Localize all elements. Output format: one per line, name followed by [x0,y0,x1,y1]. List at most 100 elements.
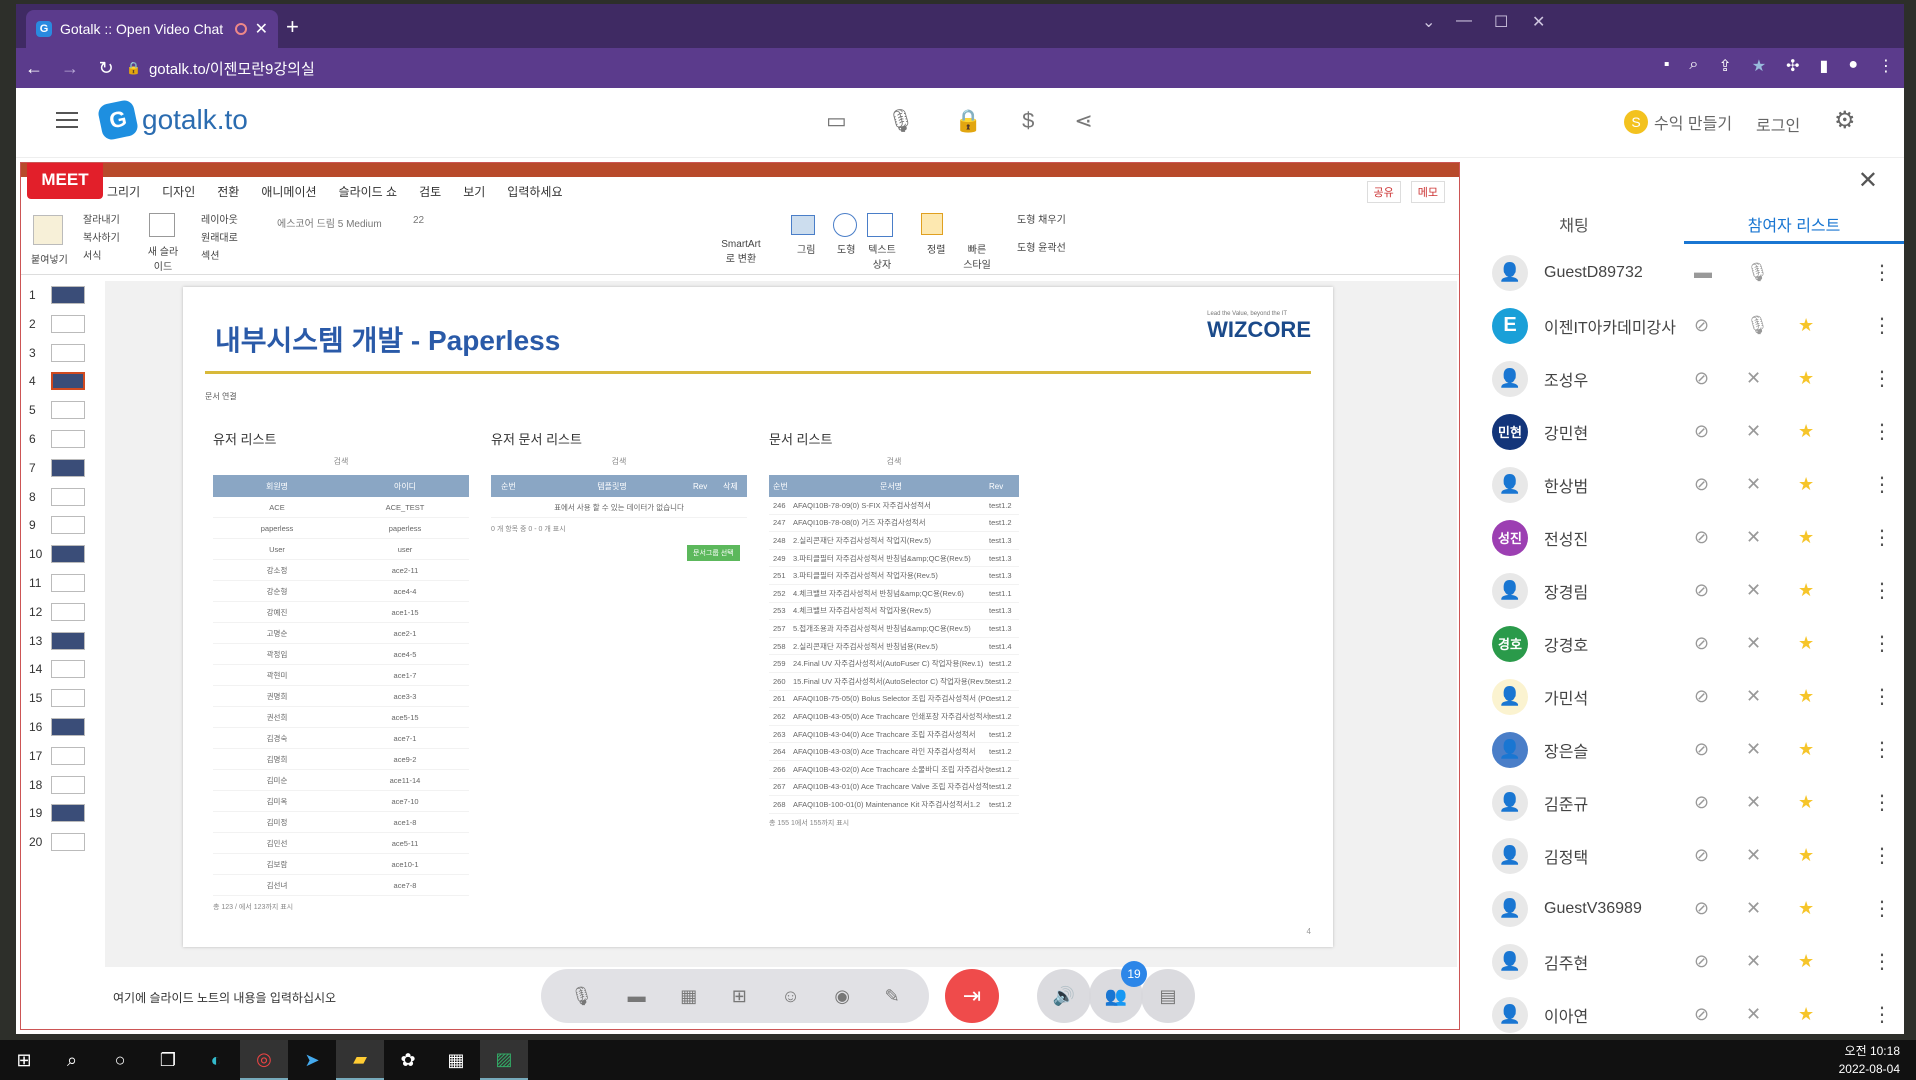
table-row[interactable]: 258 2.실리콘재단 자주검사성적서 반칭넘용(Rev.5) test1.4 [769,638,1019,656]
reset-button[interactable]: 원래대로 [201,229,238,244]
slide-thumbnail[interactable]: 14 [29,659,99,679]
sidebar-close-icon[interactable]: ✕ [1858,166,1878,195]
doc-group-button[interactable]: 문서그룹 선택 [687,545,740,561]
table-row[interactable]: 262 AFAQI10B-43-05(0) Ace Trachcare 인쇄포장 … [769,708,1019,726]
table-row[interactable]: 259 24.Final UV 자주검사성적서(AutoFuser C) 작업자용… [769,655,1019,673]
earn-money-button[interactable]: S 수익 만들기 [1624,110,1732,134]
chat-icon[interactable]: ▤ [1141,969,1195,1023]
mic-toggle-icon[interactable]: 🎙 [570,986,593,1007]
more-options-icon[interactable]: ⋮ [1872,949,1892,974]
paint-icon[interactable]: ✿ [384,1040,432,1080]
slide-thumbnail[interactable]: 9 [29,515,99,535]
slide-thumbnail[interactable]: 18 [29,775,99,795]
ppt-menu-item[interactable]: 전환 [217,183,239,200]
arrange-label[interactable]: 정렬 [927,241,945,256]
table-row[interactable]: 김보람 ace10-1 [213,854,469,875]
tab-close-icon[interactable]: ✕ [255,19,268,39]
slide-thumbnail[interactable]: 12 [29,602,99,622]
video-off-icon[interactable]: ⊘ [1694,368,1709,389]
more-options-icon[interactable]: ⋮ [1872,472,1892,497]
cortana-icon[interactable]: ○ [96,1040,144,1080]
table-row[interactable]: ACE ACE_TEST [213,497,469,518]
ppt-search[interactable]: 입력하세요 [507,183,562,200]
new-tab-button[interactable]: + [286,14,299,40]
cut-button[interactable]: 잘라내기 [83,211,120,226]
table-row[interactable]: 266 AFAQI10B-43-02(0) Ace Trachcare 소물바디 … [769,761,1019,779]
table-row[interactable]: 264 AFAQI10B-43-03(0) Ace Trachcare 라인 자주… [769,743,1019,761]
more-options-icon[interactable]: ⋮ [1872,843,1892,868]
star-icon[interactable]: ★ [1798,898,1814,919]
ppt-memo-button[interactable]: 메모 [1410,181,1445,203]
participant-item[interactable]: 👤 김정택 ⊘ ✕ ★ ⋮ [1464,829,1904,882]
ppt-menu-item[interactable]: 슬라이드 쇼 [339,183,398,200]
minimize-icon[interactable]: — [1456,12,1472,30]
table-row[interactable]: 강소정 ace2-11 [213,560,469,581]
star-icon[interactable]: ★ [1798,686,1814,707]
video-off-icon[interactable]: ⊘ [1694,845,1709,866]
more-options-icon[interactable]: ⋮ [1872,790,1892,815]
menu-icon[interactable]: ⋮ [1878,56,1894,76]
video-off-icon[interactable]: ⊘ [1694,739,1709,760]
slide-thumbnail[interactable]: 16 [29,717,99,737]
table-row[interactable]: 권명희 ace3-3 [213,686,469,707]
more-options-icon[interactable]: ⋮ [1872,896,1892,921]
more-options-icon[interactable]: ⋮ [1872,313,1892,338]
slide-thumbnail[interactable]: 2 [29,314,99,334]
more-options-icon[interactable]: ⋮ [1872,578,1892,603]
lock-room-icon[interactable]: 🔒 [955,108,982,134]
star-icon[interactable]: ★ [1798,527,1814,548]
participant-item[interactable]: 👤 한상범 ⊘ ✕ ★ ⋮ [1464,458,1904,511]
layout-button[interactable]: 레이아웃 [201,211,238,226]
video-off-icon[interactable]: ⊘ [1694,580,1709,601]
table-row[interactable]: 251 3.파티클필터 자주검사성적서 작업자용(Rev.5) test1.3 [769,567,1019,585]
table-row[interactable]: 김선녀 ace7-8 [213,875,469,896]
star-icon[interactable]: ★ [1798,315,1814,336]
settings-gear-icon[interactable]: ⚙ [1834,106,1856,135]
calculator-icon[interactable]: ▦ [432,1040,480,1080]
slide-thumbnail[interactable]: 19 [29,803,99,823]
tab-chat[interactable]: 채팅 [1464,202,1684,244]
table-row[interactable]: 강예진 ace1-15 [213,602,469,623]
video-off-icon[interactable]: ⊘ [1694,951,1709,972]
video-off-icon[interactable]: ⊘ [1694,315,1709,336]
video-off-icon[interactable]: ⊘ [1694,474,1709,495]
url-field[interactable]: 🔒 gotalk.to/이젠모란9강의실 [126,53,1626,83]
grid-view-icon[interactable]: ▦ [680,986,697,1007]
gotalk-logo[interactable]: G gotalk.to [96,98,248,142]
mic-off-icon[interactable]: ✕ [1746,739,1761,760]
table-row[interactable]: 248 2.실리콘재단 자주검사성적서 작업지(Rev.5) test1.3 [769,532,1019,550]
screen-share-icon[interactable]: ▭ [826,108,847,134]
tab-search-icon[interactable]: ⌄ [1422,12,1435,32]
speaker-icon[interactable]: 🔊 [1037,969,1091,1023]
mic-off-icon[interactable]: ✕ [1746,1004,1761,1025]
table-row[interactable]: 곽정임 ace4-5 [213,644,469,665]
new-slide-icon[interactable] [149,213,175,237]
windows-start-icon[interactable]: ⊞ [0,1040,48,1080]
shape-outline-button[interactable]: 도형 윤곽선 [1017,239,1066,254]
more-options-icon[interactable]: ⋮ [1872,525,1892,550]
app-bird-icon[interactable]: ➤ [288,1040,336,1080]
table-row[interactable]: 김미정 ace1-8 [213,812,469,833]
slide-thumbnail[interactable]: 13 [29,631,99,651]
star-icon[interactable]: ★ [1798,792,1814,813]
format-painter-button[interactable]: 서식 [83,247,101,262]
slide-thumbnail[interactable]: 1 [29,285,99,305]
table-row[interactable]: 267 AFAQI10B-43-01(0) Ace Trachcare Valve… [769,779,1019,797]
section-button[interactable]: 섹션 [201,247,219,262]
ppt-menu-item[interactable]: 보기 [463,183,485,200]
mic-off-icon[interactable]: ✕ [1746,527,1761,548]
ppt-menu-item[interactable]: 그리기 [107,183,140,200]
slide-thumbnail[interactable]: 4 [29,371,99,391]
copy-button[interactable]: 복사하기 [83,229,120,244]
file-explorer-icon[interactable]: ▰ [336,1040,384,1080]
slide-thumbnail[interactable]: 11 [29,573,99,593]
video-on-icon[interactable]: ▬ [1694,262,1712,283]
star-icon[interactable]: ★ [1798,368,1814,389]
mic-off-icon[interactable]: ✕ [1746,792,1761,813]
more-options-icon[interactable]: ⋮ [1872,260,1892,285]
paste-label[interactable]: 붙여넣기 [31,251,68,266]
slide-thumbnail[interactable]: 7 [29,458,99,478]
more-options-icon[interactable]: ⋮ [1872,684,1892,709]
profile-icon[interactable]: ● [1848,56,1858,76]
mic-off-icon[interactable]: ✕ [1746,421,1761,442]
